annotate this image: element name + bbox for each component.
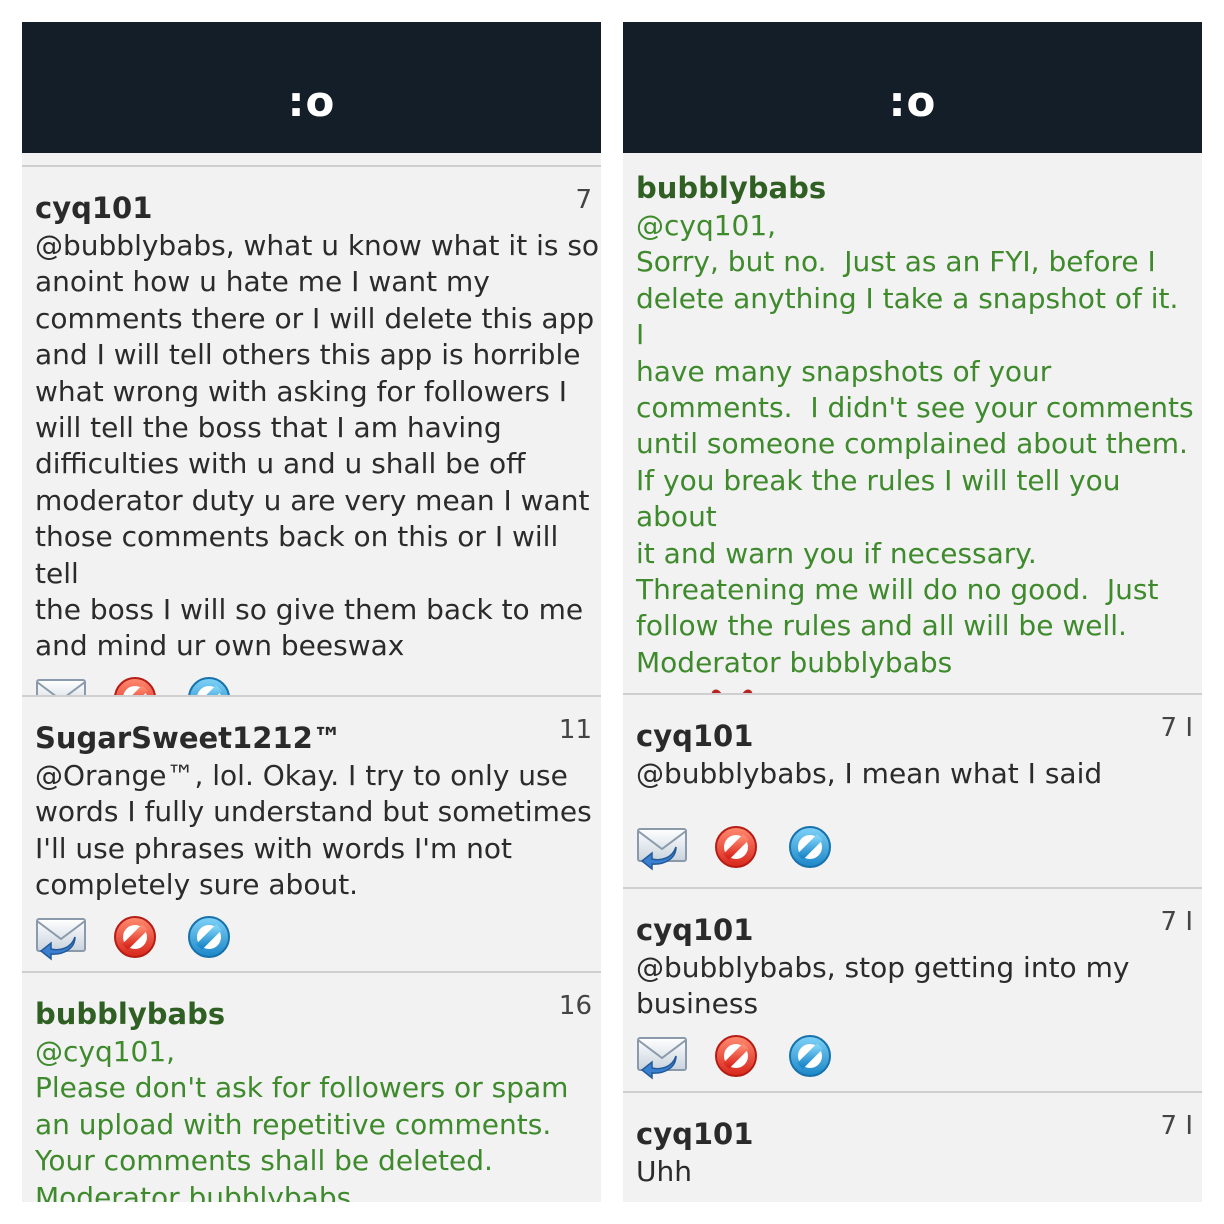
comment-item[interactable]: bubblybabs @cyq101, Sorry, but no. Just …	[623, 169, 1202, 733]
comment-username[interactable]: cyq101	[636, 911, 1202, 949]
comments-screen-right: :o bubblybabs @cyq101, Sorry, but no. Ju…	[623, 22, 1202, 1202]
comment-username[interactable]: cyq101	[35, 189, 601, 227]
comment-list[interactable]: bubblybabs @cyq101, Sorry, but no. Just …	[623, 169, 1202, 1202]
reply-mail-icon[interactable]	[636, 1032, 688, 1080]
comment-list[interactable]: cyq101 7 @bubblybabs, what u know what i…	[22, 165, 601, 1202]
app-header: :o	[623, 22, 1202, 153]
comment-text: @cyq101, Please don't ask for followers …	[35, 1035, 569, 1202]
comment-text: @bubblybabs, what u know what it is so a…	[35, 229, 600, 663]
block-icon[interactable]	[710, 1032, 762, 1080]
comment-item[interactable]: bubblybabs 16 @cyq101, Please don't ask …	[22, 971, 601, 1202]
comment-count: 11	[558, 715, 592, 745]
comment-count: 7 I	[1160, 907, 1193, 937]
app-title: :o	[287, 77, 336, 126]
comment-item[interactable]: SugarSweet1212™ 11 @Orange™, lol. Okay. …	[22, 695, 601, 971]
comment-item[interactable]: cyq101 7 I Uhh	[623, 1091, 1202, 1202]
comment-username[interactable]: bubblybabs	[636, 169, 1202, 207]
comment-item[interactable]: cyq101 7 I @bubblybabs, stop getting int…	[623, 887, 1202, 1091]
comment-username[interactable]: cyq101	[636, 717, 1202, 755]
reply-mail-icon[interactable]	[35, 913, 87, 961]
reply-mail-icon[interactable]	[636, 823, 688, 871]
comment-actions	[636, 1031, 1202, 1081]
comment-count: 7 I	[1160, 1111, 1193, 1141]
comment-username[interactable]: SugarSweet1212™	[35, 719, 601, 757]
block-icon[interactable]	[710, 823, 762, 871]
comment-username[interactable]: bubblybabs	[35, 995, 601, 1033]
comment-text: Uhh	[636, 1155, 692, 1188]
comment-text: @bubblybabs, I mean what I said	[636, 757, 1103, 790]
previous-comment-stub	[22, 153, 601, 165]
comment-count: 16	[558, 991, 592, 1021]
block-icon[interactable]	[109, 913, 161, 961]
comment-count: 7 I	[1160, 713, 1193, 743]
app-title: :o	[888, 77, 937, 126]
report-icon[interactable]	[784, 1032, 836, 1080]
comment-item[interactable]: cyq101 7 I @bubblybabs, I mean what I sa…	[623, 693, 1202, 887]
report-icon[interactable]	[183, 913, 235, 961]
comment-text: @bubblybabs, stop getting into my busine…	[636, 951, 1130, 1021]
comment-count: 7	[575, 185, 592, 215]
comments-screen-left: :o cyq101 7 @bubblybabs, what u know wha…	[22, 22, 601, 1202]
comment-text: @cyq101, Sorry, but no. Just as an FYI, …	[636, 209, 1194, 679]
report-icon[interactable]	[784, 823, 836, 871]
comment-actions	[636, 822, 1202, 872]
comment-actions	[35, 912, 601, 962]
comment-username[interactable]: cyq101	[636, 1115, 1202, 1153]
comment-item[interactable]: cyq101 7 @bubblybabs, what u know what i…	[22, 165, 601, 722]
app-header: :o	[22, 22, 601, 153]
comment-text: @Orange™, lol. Okay. I try to only use w…	[35, 759, 592, 902]
